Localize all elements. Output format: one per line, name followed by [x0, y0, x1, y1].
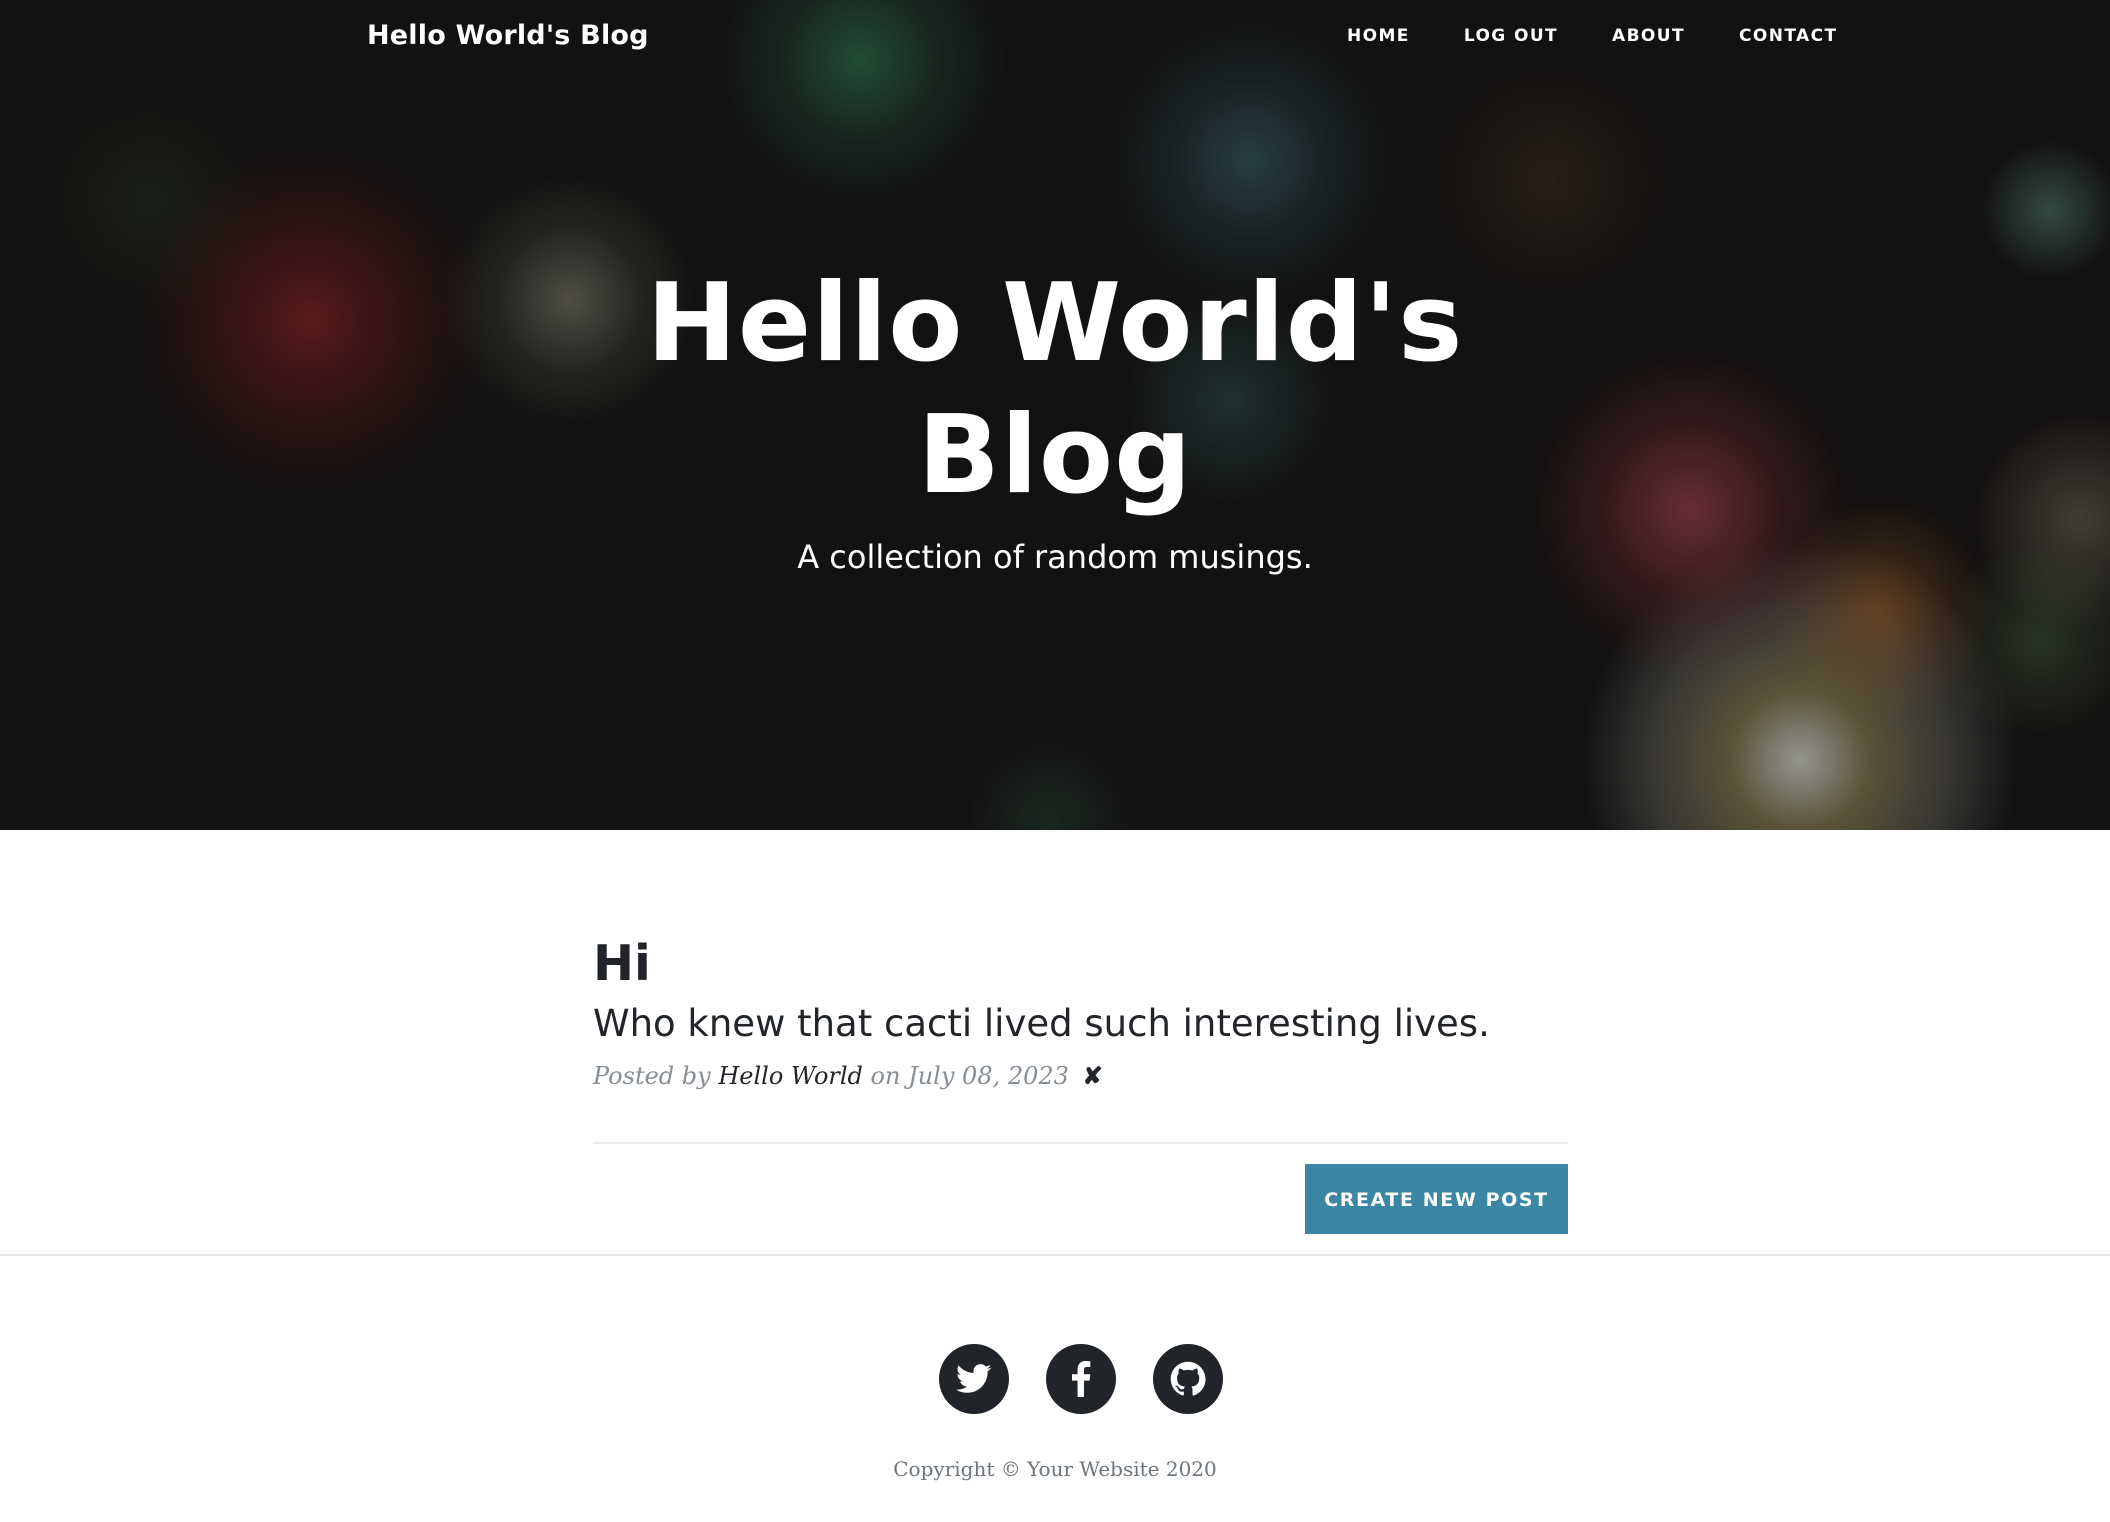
main-content: Hi Who knew that cacti lived such intere…: [0, 830, 2110, 1255]
nav-link-log-out[interactable]: LOG OUT: [1464, 24, 1558, 48]
nav-link-home[interactable]: HOME: [1347, 24, 1410, 48]
nav-link-contact[interactable]: CONTACT: [1739, 24, 1837, 48]
post-subtitle[interactable]: Who knew that cacti lived such interesti…: [593, 1000, 1568, 1048]
facebook-icon: [1071, 1361, 1091, 1397]
social-links: [939, 1344, 1260, 1414]
footer: Copyright © Your Website 2020: [0, 1256, 2110, 1522]
github-icon: [1170, 1361, 1206, 1397]
facebook-button[interactable]: [1046, 1344, 1116, 1414]
post-author-link[interactable]: Hello World: [718, 1062, 863, 1090]
date-prefix-label: on: [870, 1062, 901, 1090]
post-preview: Hi Who knew that cacti lived such intere…: [593, 936, 1568, 1092]
twitter-button[interactable]: [939, 1344, 1009, 1414]
post-date: July 08, 2023: [908, 1062, 1069, 1090]
site-title: Hello World's Blog: [646, 261, 1464, 518]
site-subtitle: A collection of random musings.: [797, 538, 1313, 576]
posted-by-label: Posted by: [593, 1062, 711, 1090]
nav-links: HOME LOG OUT ABOUT CONTACT: [1347, 24, 1891, 48]
post-meta: Posted by Hello World on July 08, 2023 ✘: [593, 1060, 1568, 1092]
copyright-text: Copyright © Your Website 2020: [893, 1457, 1217, 1481]
nav-link-about[interactable]: ABOUT: [1612, 24, 1685, 48]
main-navbar: Hello World's Blog HOME LOG OUT ABOUT CO…: [0, 0, 2110, 74]
create-new-post-button[interactable]: CREATE NEW POST: [1305, 1164, 1568, 1234]
github-button[interactable]: [1153, 1344, 1223, 1414]
post-divider: [593, 1142, 1568, 1144]
twitter-icon: [956, 1364, 992, 1394]
navbar-brand[interactable]: Hello World's Blog: [367, 18, 649, 54]
delete-post-button[interactable]: ✘: [1083, 1061, 1103, 1090]
masthead: Hello World's Blog HOME LOG OUT ABOUT CO…: [0, 0, 2110, 830]
post-title[interactable]: Hi: [593, 936, 1568, 992]
site-heading: Hello World's Blog A collection of rando…: [0, 258, 2110, 578]
